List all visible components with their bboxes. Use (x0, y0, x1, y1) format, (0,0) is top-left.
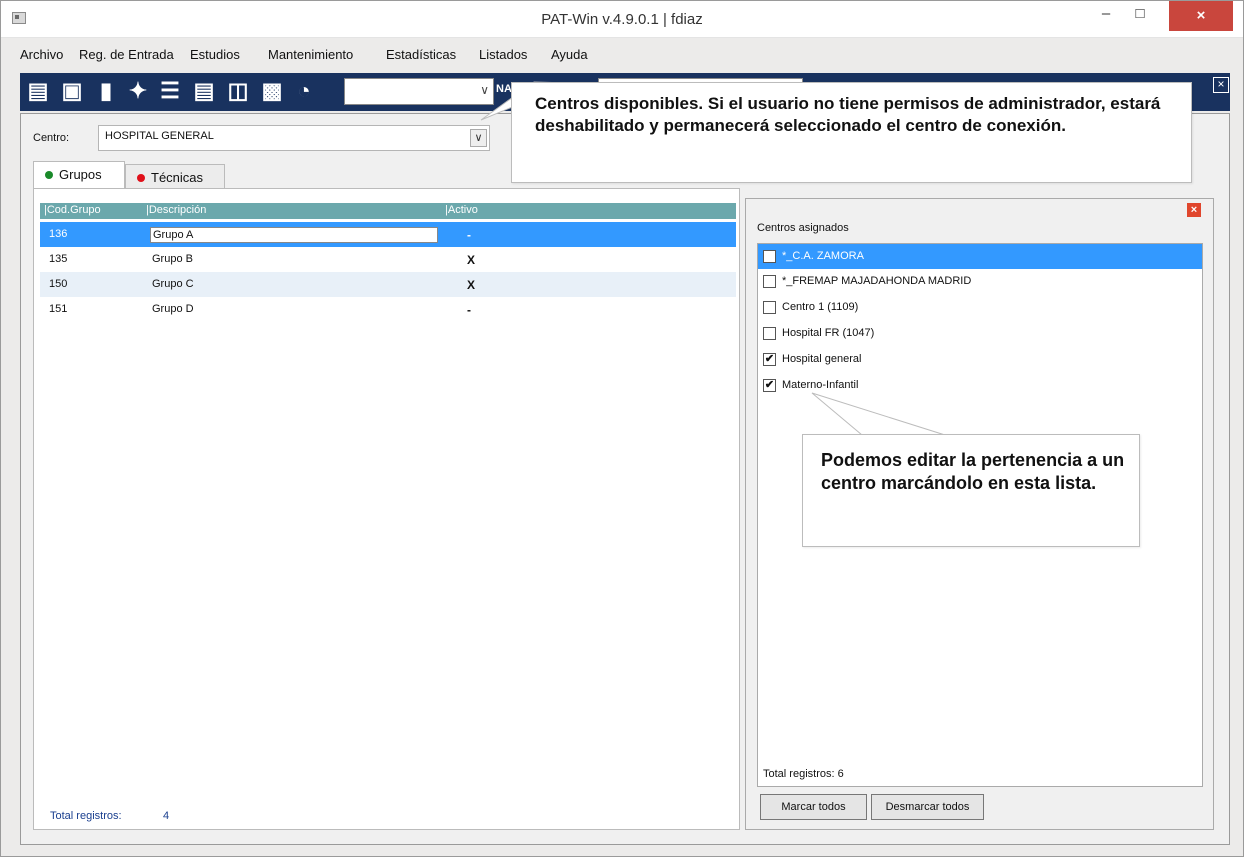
tab-grupos[interactable]: Grupos (33, 161, 125, 189)
menu-reg-entrada[interactable]: Reg. de Entrada (79, 47, 174, 62)
window-title: PAT-Win v.4.9.0.1 | fdiaz (541, 11, 703, 28)
checkbox[interactable] (763, 301, 776, 314)
description-edit-field[interactable]: Grupo A (150, 227, 438, 243)
na-button[interactable]: NA (496, 83, 512, 95)
checkbox-checked[interactable]: ✔ (763, 379, 776, 392)
total-registros-label: Total registros: (50, 810, 122, 822)
minimize-button[interactable]: – (1091, 1, 1121, 29)
chevron-down-icon: ∨ (480, 83, 489, 97)
printer-icon[interactable]: ◫ (226, 78, 250, 104)
menu-mantenimiento[interactable]: Mantenimiento (268, 47, 353, 62)
list-item[interactable]: ✔ Hospital general (758, 347, 1202, 372)
centro-label: Centro: (33, 132, 70, 144)
cell-activo: - (467, 303, 471, 317)
cell-activo: X (467, 278, 476, 292)
save-icon[interactable]: ▤ (26, 78, 50, 104)
book-icon[interactable]: ▮ (94, 78, 118, 104)
print-icon[interactable]: ▣ (60, 78, 84, 104)
menu-estudios[interactable]: Estudios (190, 47, 240, 62)
centro-select[interactable]: HOSPITAL GENERAL ∨ (98, 125, 490, 151)
toolbar-close-icon[interactable]: × (1213, 77, 1229, 93)
column-header-activo[interactable]: |Activo (445, 204, 478, 216)
menu-ayuda[interactable]: Ayuda (551, 47, 588, 62)
toolbar-combo[interactable]: ∨ (344, 78, 494, 105)
column-header-cod[interactable]: |Cod.Grupo (44, 204, 101, 216)
chevron-down-icon[interactable]: ∨ (470, 129, 487, 147)
menu-archivo[interactable]: Archivo (20, 47, 63, 62)
table-row[interactable]: 135 Grupo B X (40, 247, 736, 272)
checkbox[interactable] (763, 250, 776, 263)
close-button[interactable]: × (1169, 1, 1233, 31)
cell-activo: X (467, 253, 476, 267)
cell-cod: 136 (49, 228, 68, 240)
list-item-label: *_FREMAP MAJADAHONDA MADRID (782, 275, 972, 287)
centro-value: HOSPITAL GENERAL (105, 130, 214, 142)
close-icon[interactable]: × (1187, 203, 1201, 217)
cell-cod: 150 (49, 278, 68, 290)
maximize-button[interactable]: □ (1125, 1, 1155, 29)
cell-cod: 135 (49, 253, 68, 265)
report-icon[interactable]: ▩ (260, 78, 284, 104)
centros-asignados-title: Centros asignados (757, 222, 849, 234)
list-icon[interactable]: ☰ (158, 78, 182, 104)
list-item-label: Hospital general (782, 353, 862, 365)
document-icon[interactable]: ▤ (192, 78, 216, 104)
status-dot-icon (45, 171, 53, 179)
list-item[interactable]: *_C.A. ZAMORA (758, 244, 1202, 269)
table-row[interactable]: 150 Grupo C X (40, 272, 736, 297)
centros-total-label: Total registros: 6 (763, 768, 844, 780)
pie-chart-icon[interactable]: ◔ (292, 78, 316, 104)
checkbox[interactable] (763, 327, 776, 340)
list-item-label: *_C.A. ZAMORA (782, 250, 864, 262)
list-item[interactable]: Centro 1 (1109) (758, 295, 1202, 320)
list-item-label: Hospital FR (1047) (782, 327, 875, 339)
list-item-label: Materno-Infantil (782, 379, 859, 391)
mark-all-button[interactable]: Marcar todos (760, 794, 867, 820)
list-item[interactable]: Hospital FR (1047) (758, 321, 1202, 346)
lista-callout: Podemos editar la pertenencia a un centr… (802, 434, 1140, 547)
title-bar: PAT-Win v.4.9.0.1 | fdiaz – □ × (1, 1, 1243, 38)
tab-tecnicas-label: Técnicas (151, 170, 204, 185)
cell-cod: 151 (49, 303, 68, 315)
status-dot-icon (137, 174, 145, 182)
tools-icon[interactable]: ✦ (126, 78, 150, 104)
centro-callout: Centros disponibles. Si el usuario no ti… (511, 82, 1192, 183)
cell-activo: - (467, 228, 471, 242)
menu-listados[interactable]: Listados (479, 47, 527, 62)
total-registros-value: 4 (163, 810, 170, 822)
checkbox[interactable] (763, 275, 776, 288)
menu-estadisticas[interactable]: Estadísticas (386, 47, 456, 62)
table-row[interactable]: 151 Grupo D - (40, 297, 736, 322)
list-item[interactable]: *_FREMAP MAJADAHONDA MADRID (758, 269, 1202, 294)
grid-header: |Cod.Grupo |Descripción |Activo (40, 203, 736, 219)
cell-descripcion: Grupo D (152, 303, 194, 315)
column-header-descripcion[interactable]: |Descripción (146, 204, 206, 216)
cell-descripcion: Grupo B (152, 253, 193, 265)
checkbox-checked[interactable]: ✔ (763, 353, 776, 366)
cell-descripcion: Grupo C (152, 278, 194, 290)
list-item[interactable]: ✔ Materno-Infantil (758, 373, 1202, 398)
list-item-label: Centro 1 (1109) (782, 301, 859, 313)
unmark-all-button[interactable]: Desmarcar todos (871, 794, 984, 820)
tab-grupos-label: Grupos (59, 167, 102, 182)
